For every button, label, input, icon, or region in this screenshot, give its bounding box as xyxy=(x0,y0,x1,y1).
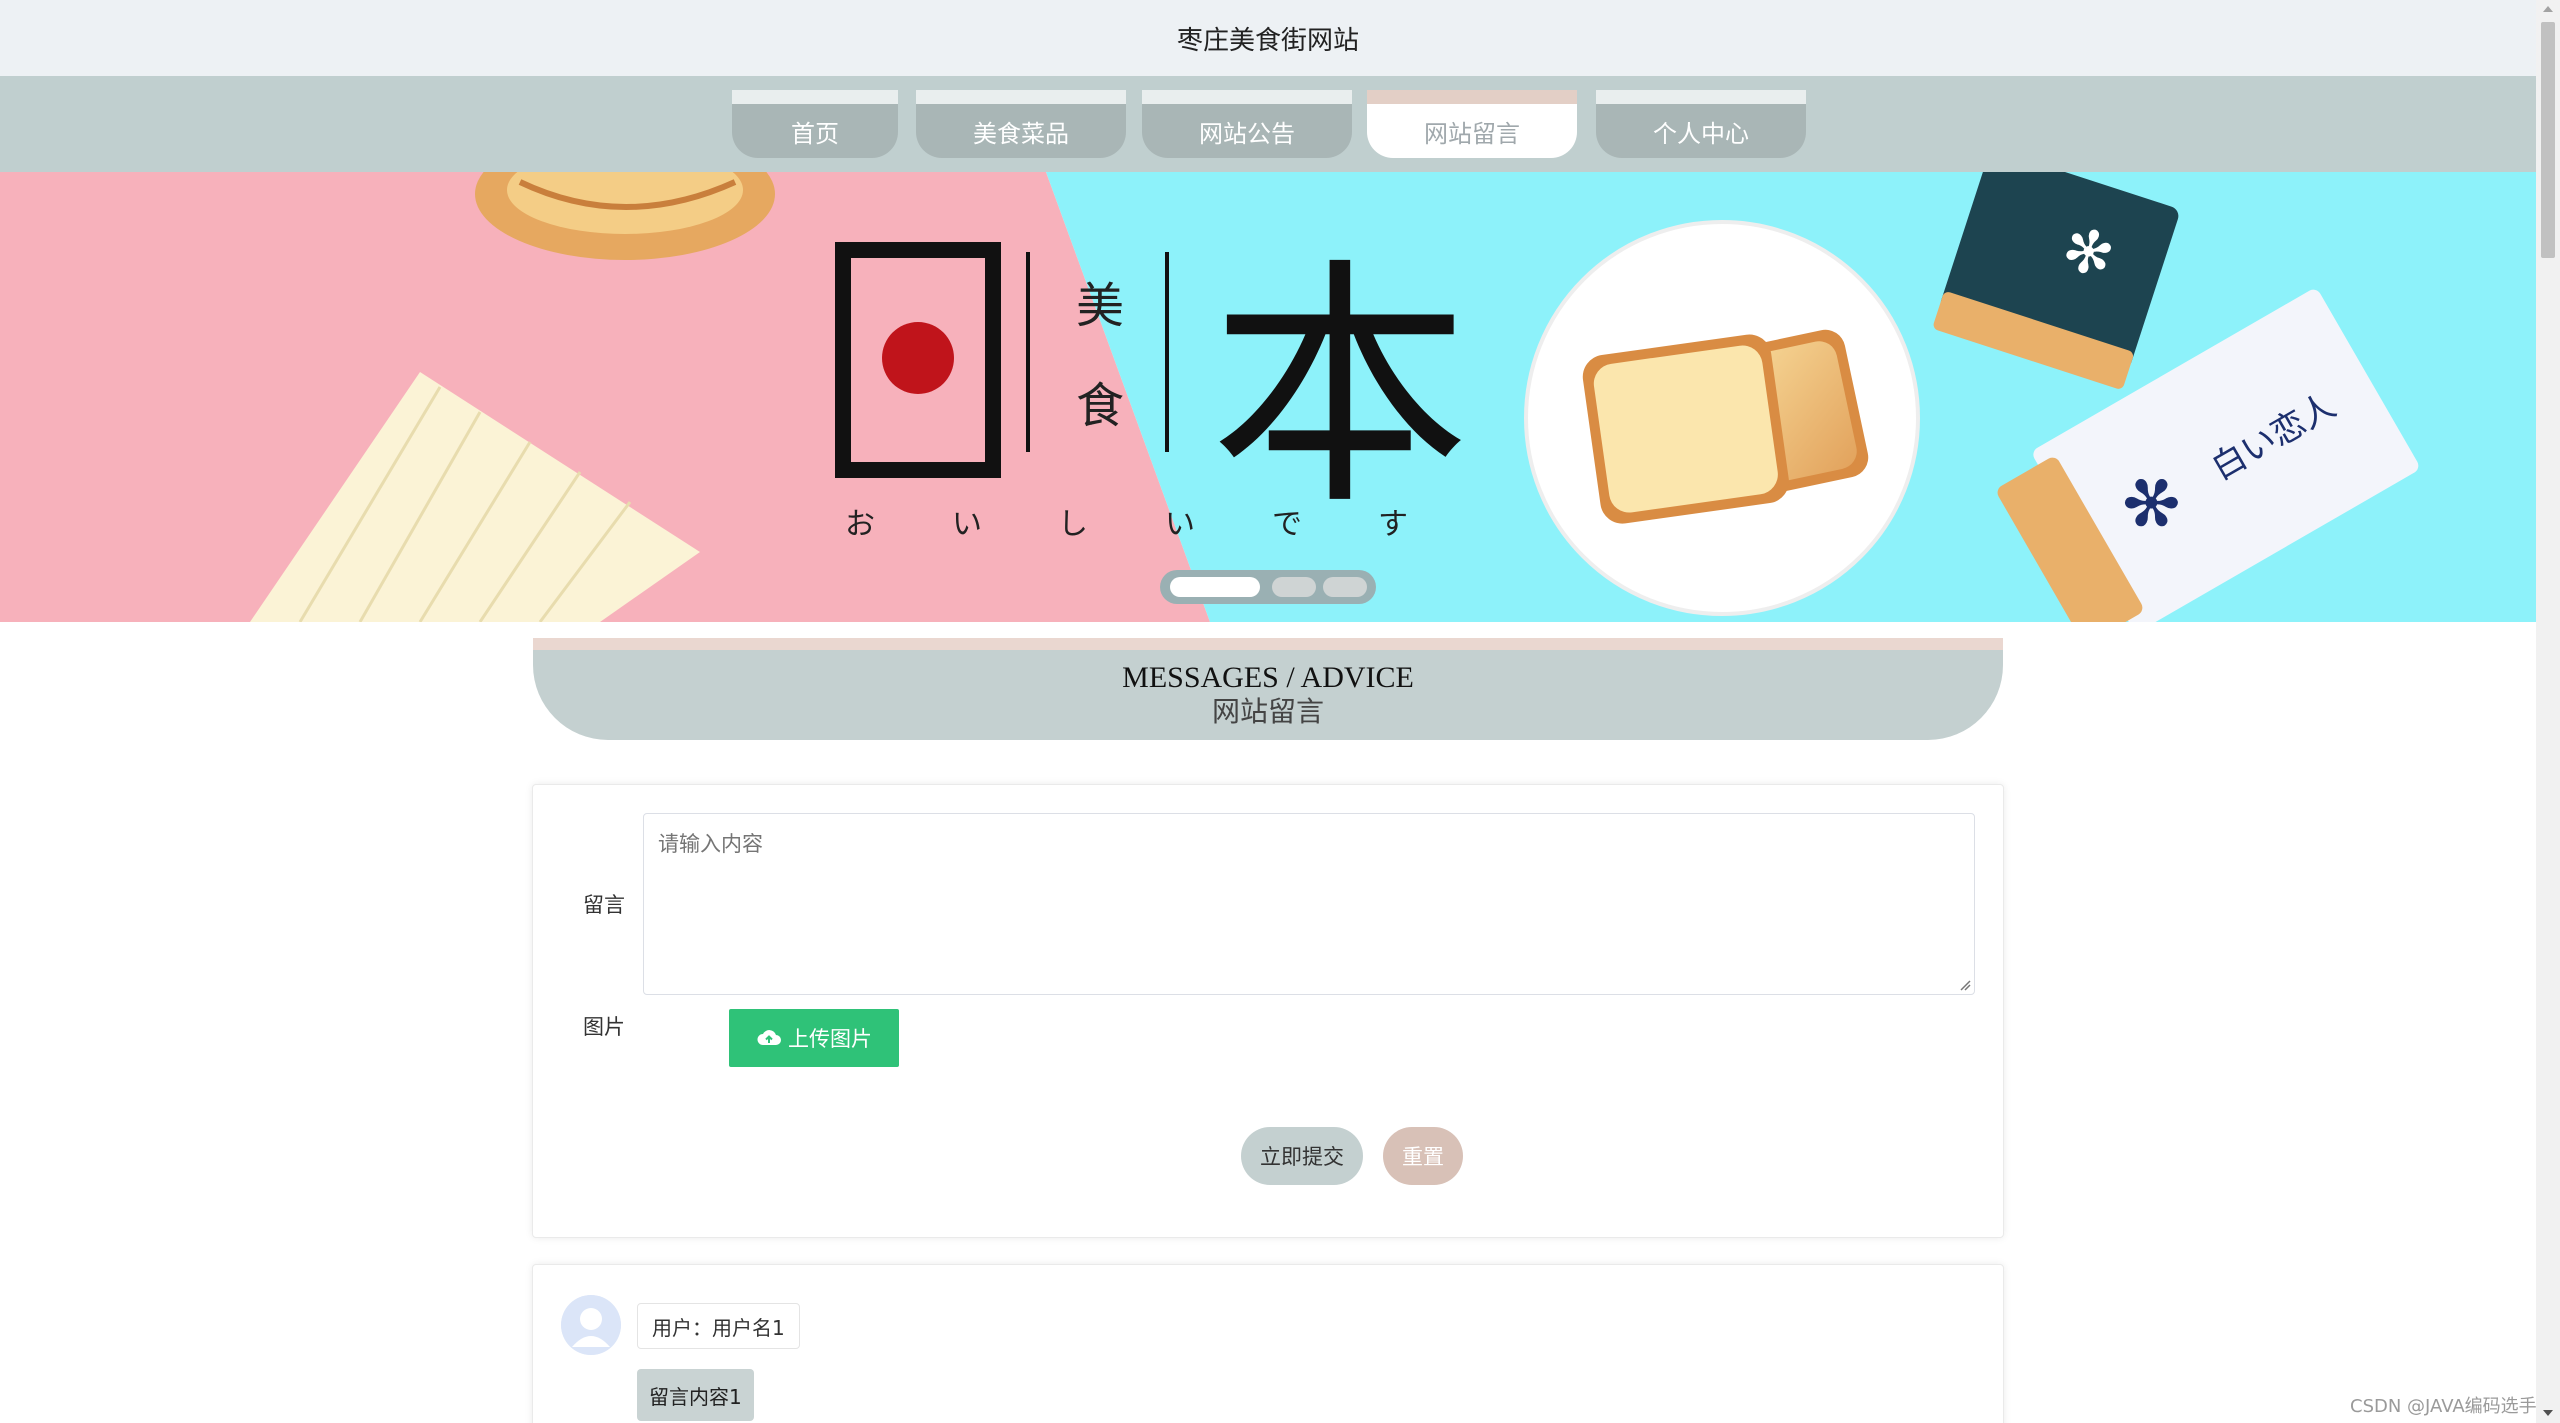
svg-text:美: 美 xyxy=(1076,278,1124,334)
scroll-up-icon[interactable] xyxy=(2543,6,2553,12)
user-avatar-icon xyxy=(561,1295,621,1355)
svg-text:お: お xyxy=(845,507,875,542)
message-user: 用户：用户名1 xyxy=(637,1303,800,1349)
message-input[interactable] xyxy=(643,813,1975,995)
svg-text:で: で xyxy=(1272,507,1302,542)
image-label: 图片 xyxy=(583,1015,625,1039)
carousel-indicators xyxy=(1160,570,1376,604)
banner-carousel[interactable]: 本 美 食 お い し い で す ✻ ✻ 白い恋人 xyxy=(0,172,2536,622)
page-scrollbar[interactable] xyxy=(2536,0,2560,1423)
banner-image: 本 美 食 お い し い で す ✻ ✻ 白い恋人 xyxy=(0,172,2536,622)
svg-text:い: い xyxy=(1165,507,1195,542)
upload-image-button[interactable]: 上传图片 xyxy=(729,1009,899,1067)
message-list-item: 用户：用户名1 留言内容1 xyxy=(532,1264,2004,1423)
svg-text:し: し xyxy=(1058,507,1088,542)
message-content: 留言内容1 xyxy=(637,1369,754,1421)
resize-grip-icon[interactable] xyxy=(1959,979,1971,991)
nav-item-messages[interactable]: 网站留言 xyxy=(1367,90,1577,158)
carousel-dot-1[interactable] xyxy=(1170,577,1260,597)
main-nav: 首页 美食菜品 网站公告 网站留言 个人中心 xyxy=(0,76,2536,172)
section-header: MESSAGES / ADVICE 网站留言 xyxy=(533,638,2003,740)
svg-text:い: い xyxy=(952,507,982,542)
section-title-en: MESSAGES / ADVICE xyxy=(1122,661,1414,694)
carousel-dot-2[interactable] xyxy=(1272,577,1316,597)
scroll-thumb[interactable] xyxy=(2541,22,2555,258)
svg-text:食: 食 xyxy=(1076,378,1124,434)
message-form: 留言 图片 上传图片 立即提交 重置 xyxy=(532,784,2004,1238)
site-title-bar: 枣庄美食街网站 xyxy=(0,0,2536,76)
cloud-upload-icon xyxy=(757,1030,781,1045)
nav-item-food[interactable]: 美食菜品 xyxy=(916,90,1126,158)
nav-item-profile[interactable]: 个人中心 xyxy=(1596,90,1806,158)
section-title-cn: 网站留言 xyxy=(1211,697,1324,728)
reset-button[interactable]: 重置 xyxy=(1383,1127,1463,1185)
avatar xyxy=(561,1295,621,1355)
submit-button[interactable]: 立即提交 xyxy=(1241,1127,1363,1185)
svg-text:本: 本 xyxy=(1210,238,1470,540)
carousel-dot-3[interactable] xyxy=(1323,577,1367,597)
scroll-down-icon[interactable] xyxy=(2543,1410,2553,1416)
watermark: CSDN @JAVA编码选手 xyxy=(2350,1396,2537,1417)
message-label: 留言 xyxy=(583,893,625,917)
nav-item-home[interactable]: 首页 xyxy=(732,90,898,158)
nav-item-notice[interactable]: 网站公告 xyxy=(1142,90,1352,158)
site-title: 枣庄美食街网站 xyxy=(1176,25,1359,56)
svg-text:す: す xyxy=(1378,507,1408,542)
